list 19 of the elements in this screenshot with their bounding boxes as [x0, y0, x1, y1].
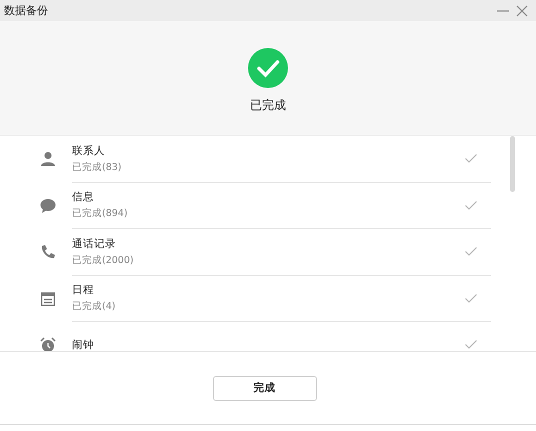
close-icon[interactable]	[516, 4, 528, 16]
phone-icon	[40, 244, 56, 260]
item-status: 已完成(2000)	[72, 254, 134, 267]
done-button[interactable]: 完成	[212, 376, 316, 400]
person-icon	[40, 151, 56, 168]
item-status: 已完成(894)	[72, 207, 128, 220]
alarm-clock-icon	[40, 337, 56, 351]
item-name: 闹钟	[72, 338, 94, 351]
speech-bubble-icon	[40, 198, 56, 214]
window-title: 数据备份	[4, 3, 48, 18]
item-status: 已完成(4)	[72, 300, 116, 314]
item-name: 信息	[72, 190, 95, 204]
status-label: 已完成	[250, 97, 286, 114]
item-name: 日程	[72, 283, 95, 298]
item-status: 已完成(83)	[72, 160, 122, 174]
item-name: 通话记录	[72, 236, 117, 251]
item-name: 联系人	[72, 144, 106, 158]
calendar-icon	[41, 292, 55, 306]
scrollbar-thumb[interactable]	[510, 136, 515, 192]
